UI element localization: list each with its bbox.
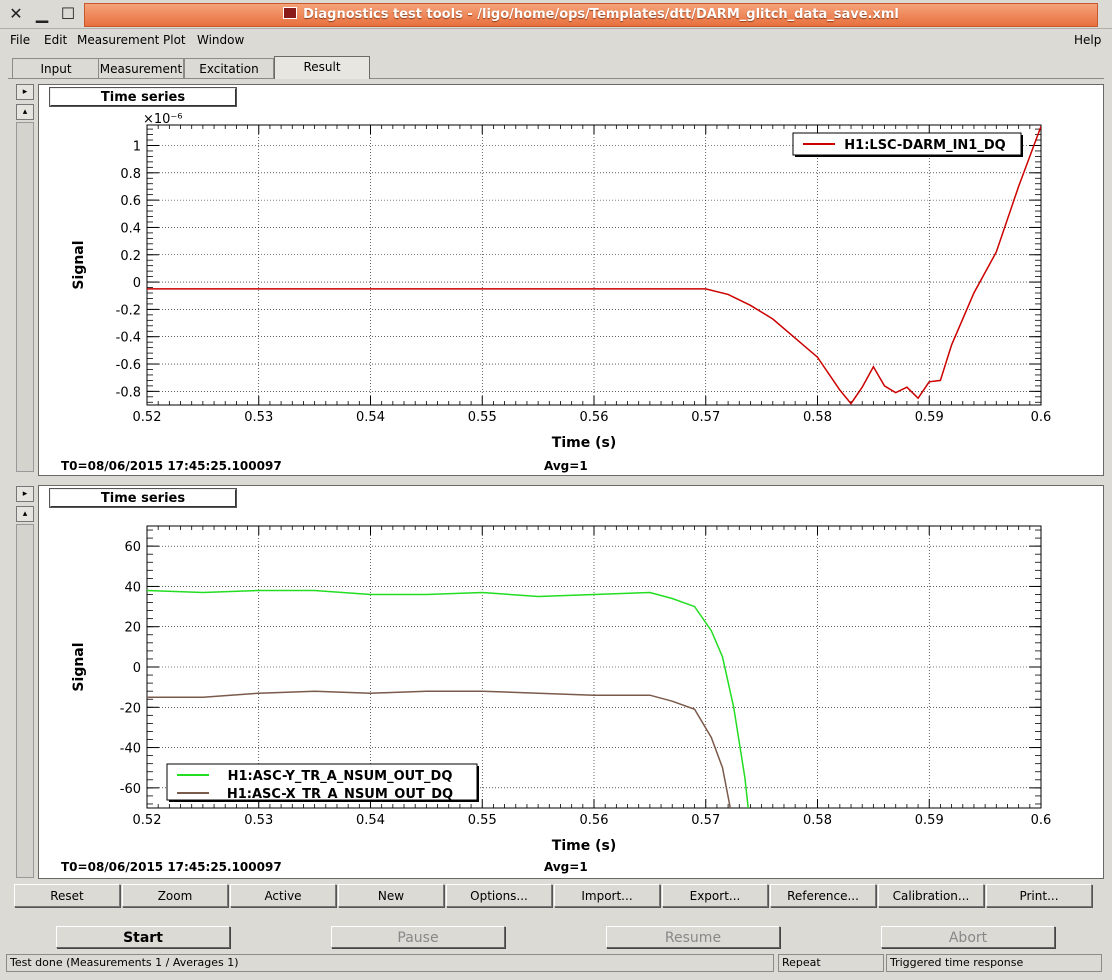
- tab-bar: Input Measurement Excitation Result: [8, 56, 1104, 79]
- x-tick-label: 0.53: [244, 410, 273, 425]
- x-tick-label: 0.52: [133, 813, 162, 828]
- window-titlebar: ✕ ▁ ☐ Diagnostics test tools - /ligo/hom…: [0, 0, 1112, 29]
- x-tick-label: 0.6: [1031, 813, 1052, 828]
- x-tick-label: 0.59: [915, 813, 944, 828]
- y-tick-label: 0.6: [120, 194, 141, 209]
- menu-measurement[interactable]: Measurement: [77, 33, 159, 47]
- x-tick-label: 0.56: [580, 410, 609, 425]
- menu-bar: File Edit Measurement Plot Window Help: [0, 30, 1112, 52]
- x-axis-label: Time (s): [552, 838, 616, 854]
- status-message: Test done (Measurements 1 / Averages 1): [6, 954, 774, 972]
- panel1-avg: Avg=1: [544, 459, 588, 473]
- pause-button[interactable]: Pause: [331, 926, 505, 948]
- x-tick-label: 0.54: [356, 410, 385, 425]
- x-tick-label: 0.58: [803, 813, 832, 828]
- print-button[interactable]: Print...: [986, 884, 1092, 907]
- x-tick-label: 0.55: [468, 410, 497, 425]
- x-tick-label: 0.55: [468, 813, 497, 828]
- abort-button[interactable]: Abort: [881, 926, 1055, 948]
- menu-window[interactable]: Window: [197, 33, 244, 47]
- window-title: Diagnostics test tools - /ligo/home/ops/…: [84, 3, 1098, 27]
- x-tick-label: 0.53: [244, 813, 273, 828]
- tab-excitation[interactable]: Excitation: [184, 58, 274, 78]
- legend-entry-label: H1:ASC-Y_TR_A_NSUM_OUT_DQ: [228, 769, 453, 784]
- y-tick-label: 0: [133, 661, 141, 676]
- x-tick-label: 0.57: [691, 410, 720, 425]
- plot-panel-2: Time series 0.52 0.53 0.54 0.55 0.56 0.57 0.58…: [38, 485, 1104, 879]
- export-button[interactable]: Export...: [662, 884, 768, 907]
- start-button[interactable]: Start: [56, 926, 230, 948]
- reset-button[interactable]: Reset: [14, 884, 120, 907]
- status-repeat: Repeat: [778, 954, 884, 972]
- menu-plot[interactable]: Plot: [163, 33, 186, 47]
- plot-panel-1: Time series 0.52 0.53 0.54 0.55 0.56 0.57 0.58…: [38, 84, 1104, 476]
- minimize-icon[interactable]: ▁: [32, 4, 52, 24]
- y-tick-label: 0.8: [120, 167, 141, 182]
- calibration-button[interactable]: Calibration...: [878, 884, 984, 907]
- panel1-side-strip: [16, 122, 34, 472]
- panel2-t0: T0=08/06/2015 17:45:25.100097: [61, 860, 282, 874]
- y-tick-label: -60: [120, 782, 141, 797]
- chart-2[interactable]: 0.52 0.53 0.54 0.55 0.56 0.57 0.58 0.59 0.6 -60 -4…: [39, 486, 1103, 878]
- panel2-side-strip: [16, 524, 34, 878]
- plot-toolbar: Reset Zoom Active New Options... Import.…: [14, 884, 1094, 908]
- y-tick-label: 0.2: [120, 249, 141, 264]
- panel2-avg: Avg=1: [544, 860, 588, 874]
- y-tick-label: -0.2: [116, 303, 141, 318]
- x-tick-label: 0.56: [580, 813, 609, 828]
- y-tick-label: 0: [133, 276, 141, 291]
- y-tick-label: -0.8: [116, 385, 141, 400]
- y-tick-label: -0.4: [116, 331, 141, 346]
- window-title-text: Diagnostics test tools - /ligo/home/ops/…: [303, 7, 899, 22]
- x-tick-label: 0.57: [691, 813, 720, 828]
- y-tick-label: 40: [124, 580, 141, 595]
- collapse-up-icon[interactable]: ▴: [16, 104, 34, 120]
- zoom-button[interactable]: Zoom: [122, 884, 228, 907]
- legend-entry-label: H1:LSC-DARM_IN1_DQ: [844, 138, 1005, 153]
- x-tick-label: 0.58: [803, 410, 832, 425]
- options-button[interactable]: Options...: [446, 884, 552, 907]
- app-icon: [283, 7, 298, 19]
- x-tick-label: 0.52: [133, 410, 162, 425]
- expand-right-icon[interactable]: ▸: [16, 486, 34, 502]
- status-mode: Triggered time response: [886, 954, 1102, 972]
- collapse-up-icon[interactable]: ▴: [16, 506, 34, 522]
- legend-entry-label: H1:ASC-X_TR_A_NSUM_OUT_DQ: [227, 787, 453, 802]
- resume-button[interactable]: Resume: [606, 926, 780, 948]
- y-tick-label: 20: [124, 621, 141, 636]
- x-axis-label: Time (s): [552, 435, 616, 451]
- import-button[interactable]: Import...: [554, 884, 660, 907]
- maximize-icon[interactable]: ☐: [58, 4, 78, 24]
- menu-edit[interactable]: Edit: [44, 33, 67, 47]
- close-icon[interactable]: ✕: [6, 4, 26, 24]
- y-tick-label: 1: [133, 139, 141, 154]
- tab-measurement[interactable]: Measurement: [98, 58, 184, 78]
- reference-button[interactable]: Reference...: [770, 884, 876, 907]
- y-tick-label: -20: [120, 701, 141, 716]
- y-axis-label: Signal: [71, 642, 87, 691]
- y-tick-label: -40: [120, 742, 141, 757]
- y-tick-label: 0.4: [120, 221, 141, 236]
- panel1-t0: T0=08/06/2015 17:45:25.100097: [61, 459, 282, 473]
- x-tick-label: 0.59: [915, 410, 944, 425]
- y-multiplier-label: ×10⁻⁶: [143, 112, 183, 127]
- tab-input[interactable]: Input: [12, 58, 100, 78]
- y-axis-label: Signal: [71, 240, 87, 289]
- x-tick-label: 0.54: [356, 813, 385, 828]
- active-button[interactable]: Active: [230, 884, 336, 907]
- y-tick-label: 60: [124, 540, 141, 555]
- x-tick-label: 0.6: [1031, 410, 1052, 425]
- expand-right-icon[interactable]: ▸: [16, 84, 34, 100]
- menu-file[interactable]: File: [10, 33, 30, 47]
- menu-help[interactable]: Help: [1074, 33, 1101, 47]
- new-button[interactable]: New: [338, 884, 444, 907]
- tab-result[interactable]: Result: [274, 56, 370, 79]
- chart-1[interactable]: 0.52 0.53 0.54 0.55 0.56 0.57 0.58 0.59 0.6 -0.8 -…: [39, 85, 1103, 475]
- y-tick-label: -0.6: [116, 358, 141, 373]
